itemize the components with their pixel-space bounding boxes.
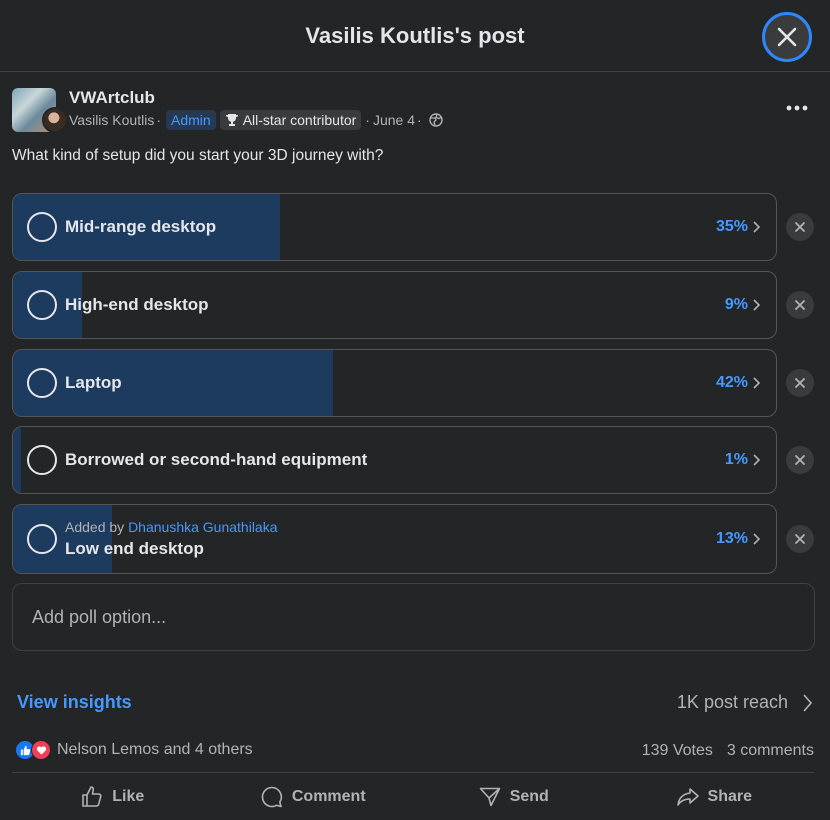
post-action-bar: Like Comment Send Share [12,772,814,820]
poll-percent-text: 9% [724,296,748,313]
poll-radio[interactable] [27,212,57,242]
poll-option-fill [13,350,334,416]
remove-option-button[interactable] [786,291,814,319]
comment-button[interactable]: Comment [213,773,414,820]
close-icon [795,455,805,465]
close-icon [795,534,805,544]
poll-radio[interactable] [27,290,57,320]
poll-percent-text: 42% [715,374,748,391]
close-icon [795,378,805,388]
poll-radio[interactable] [27,524,57,554]
reactions-summary[interactable]: Nelson Lemos and 4 others [15,740,253,760]
chevron-right-icon [753,299,760,311]
author-name[interactable]: Vasilis Koutlis [69,112,154,128]
remove-option-button[interactable] [786,446,814,474]
poll-option-label: Low end desktop [65,539,204,558]
chevron-right-icon [753,533,760,545]
post-date[interactable]: June 4 [373,112,415,128]
remove-option-button[interactable] [786,369,814,397]
send-icon [479,787,500,806]
share-icon [676,787,699,806]
close-icon [777,27,797,47]
comment-label: Comment [291,787,366,805]
votes-count[interactable]: 139 Votes [642,742,713,760]
close-icon [795,222,805,232]
poll-option-percent[interactable]: 1% [725,451,760,469]
poll-option-percent[interactable]: 13% [716,530,760,548]
remove-option-button[interactable] [786,213,814,241]
more-icon [786,105,808,111]
comment-icon [261,786,282,807]
like-label: Like [112,787,145,805]
dialog-title: Vasilis Koutlis's post [305,22,525,48]
poll-radio[interactable] [27,445,57,475]
close-icon [795,300,805,310]
chevron-right-icon [753,454,760,466]
send-button[interactable]: Send [413,773,614,820]
poll-option-fill [13,427,21,493]
poll-option-percent[interactable]: 35% [716,218,760,236]
poll-option-percent[interactable]: 42% [716,374,760,392]
poll-option[interactable]: High-end desktop 9% [12,271,777,339]
poll-option[interactable]: Borrowed or second-hand equipment 1% [12,426,777,494]
add-poll-option-input[interactable] [32,584,792,650]
dialog-header: Vasilis Koutlis's post [0,0,830,72]
share-label: Share [707,787,752,805]
like-icon [82,785,102,807]
added-by-name[interactable]: Dhanushka Gunathilaka [128,519,277,535]
separator-dot: · [417,112,422,128]
post-author-row: VWArtclub Vasilis Koutlis · Admin All-st… [12,86,818,134]
separator-dot: · [365,112,370,128]
admin-badge: Admin [166,110,216,130]
post-meta: Vasilis Koutlis · Admin All-star contrib… [69,110,443,130]
chevron-right-icon [753,221,760,233]
like-button[interactable]: Like [12,773,213,820]
poll-option[interactable]: Laptop 42% [12,349,777,417]
post-question: What kind of setup did you start your 3D… [12,147,384,164]
post-reach-text: 1K post reach [676,692,788,712]
reactions-text: Nelson Lemos and 4 others [57,741,253,758]
trophy-icon [225,114,238,126]
poll-radio[interactable] [27,368,57,398]
separator-dot: · [156,112,161,128]
poll-option-label: Laptop [65,373,122,392]
author-avatar[interactable] [42,107,68,133]
poll-option[interactable]: Added by Dhanushka Gunathilaka Low end d… [12,504,777,574]
poll-option-percent[interactable]: 9% [725,296,760,314]
remove-option-button[interactable] [786,525,814,553]
more-options-button[interactable] [782,96,812,120]
contributor-badge-label: All-star contributor [242,112,357,128]
poll-option-label: High-end desktop [65,295,209,314]
send-label: Send [509,787,549,805]
view-insights-link[interactable]: View insights [17,692,132,713]
poll-option[interactable]: Mid-range desktop 35% [12,193,777,261]
post-reach[interactable]: 1K post reach [677,692,812,713]
added-by-prefix: Added by [65,519,125,535]
added-by-line: Added by Dhanushka Gunathilaka [65,519,278,535]
poll-percent-text: 13% [715,530,748,547]
poll-option-label: Mid-range desktop [65,217,217,236]
close-button[interactable] [762,12,812,62]
share-button[interactable]: Share [614,773,815,820]
group-name[interactable]: VWArtclub [69,88,155,108]
poll-percent-text: 35% [715,218,748,235]
poll-option-label: Borrowed or second-hand equipment [65,450,368,469]
chevron-right-icon [753,377,760,389]
engagement-counts: 139 Votes 3 comments [642,742,814,760]
chevron-right-icon [803,693,812,712]
globe-icon [428,113,443,127]
poll-percent-text: 1% [724,451,748,468]
comments-count[interactable]: 3 comments [727,742,814,760]
contributor-badge: All-star contributor [219,110,362,130]
add-poll-option-box [12,583,815,651]
love-reaction-icon [31,740,51,760]
